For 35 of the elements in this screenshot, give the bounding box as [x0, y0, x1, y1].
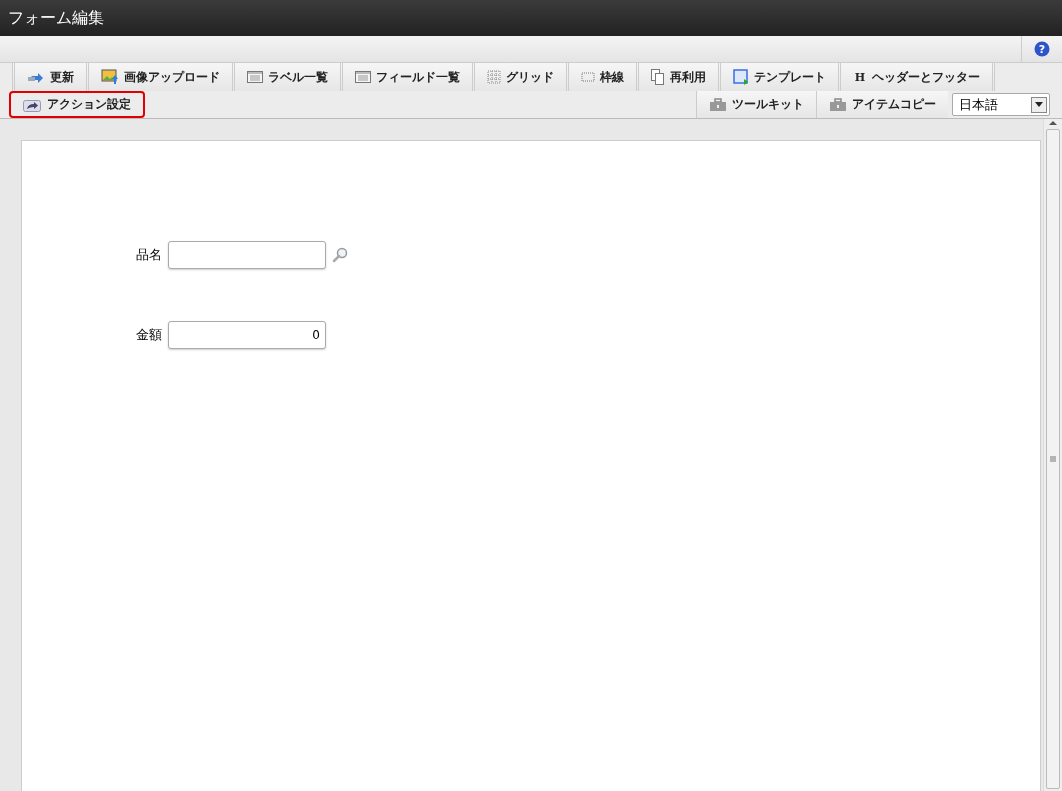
toolbar-button[interactable]: ラベル一覧 — [235, 63, 343, 91]
help-icon[interactable]: ? — [1034, 41, 1050, 57]
toolbar-button[interactable]: アイテムコピー — [816, 91, 948, 118]
grip-icon — [1050, 456, 1056, 462]
toolbar-button[interactable]: 再利用 — [639, 63, 721, 91]
field-label: 金額 — [136, 326, 162, 344]
grid-icon — [487, 70, 501, 84]
language-select[interactable]: 日本語 — [952, 93, 1050, 116]
toolbar-button[interactable]: フィールド一覧 — [343, 63, 475, 91]
window-title: フォーム編集 — [0, 0, 1062, 36]
list-window-icon — [355, 71, 371, 83]
list-window-icon — [247, 71, 263, 83]
scroll-up-arrow-icon[interactable] — [1049, 119, 1057, 127]
letter-icon: H — [853, 70, 867, 84]
toolbar-button[interactable]: グリッド — [475, 63, 569, 91]
search-icon[interactable] — [332, 247, 348, 263]
toolbox-icon — [829, 97, 847, 112]
arrow-icon — [27, 70, 45, 84]
toolbox-icon — [709, 97, 727, 112]
documents-icon — [651, 69, 665, 85]
input-field[interactable]: 0 — [168, 321, 326, 349]
toolbar-button[interactable]: 更新 — [12, 63, 89, 91]
toolbar-button[interactable]: ツールキット — [696, 91, 816, 118]
picture-upload-icon — [101, 69, 119, 85]
frame-icon — [733, 69, 749, 85]
input-field[interactable] — [168, 241, 326, 269]
dropdown-caret-icon — [1031, 96, 1047, 113]
toolbar-button[interactable]: H ヘッダーとフッター — [841, 63, 995, 91]
field-label: 品名 — [136, 246, 162, 264]
toolbar-button[interactable]: 画像アップロード — [89, 63, 235, 91]
toolbar-button[interactable]: テンプレート — [721, 63, 841, 91]
toolbar-button[interactable]: アクション設定 — [9, 91, 145, 118]
scrollbar[interactable] — [1043, 119, 1062, 791]
toolbar-button[interactable]: 枠線 — [569, 63, 639, 91]
dotted-rectangle-icon — [581, 72, 595, 82]
